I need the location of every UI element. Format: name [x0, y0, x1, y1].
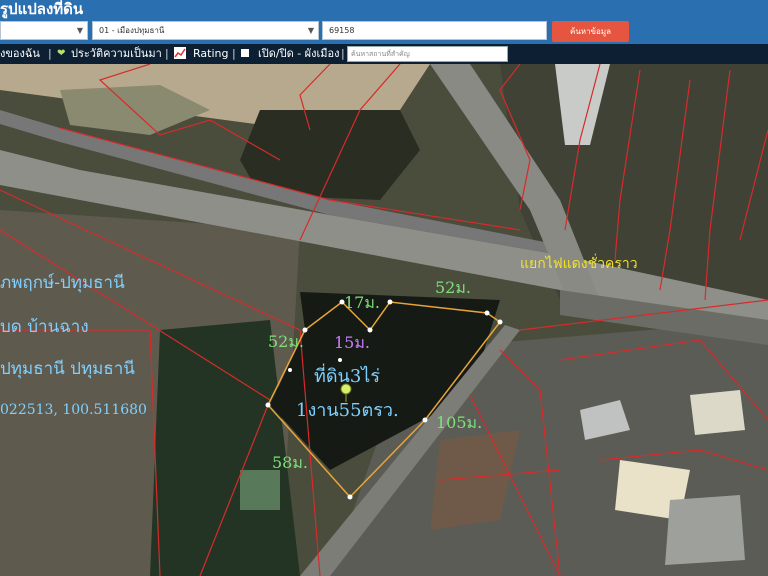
building-roof-2 — [690, 390, 745, 435]
dimension-label-bottom: 58ม. — [272, 453, 308, 472]
building-roof-4 — [665, 495, 745, 565]
province-select[interactable]: ▼ — [0, 21, 88, 40]
info-line-2: บด บ้านฉาง — [0, 317, 89, 337]
place-search-input[interactable]: ค้นหาสถานที่สำคัญ — [347, 46, 508, 62]
chevron-down-icon: ▼ — [307, 26, 314, 35]
checkbox-square-icon[interactable] — [241, 44, 249, 64]
info-coordinates: 022513, 100.511680 — [0, 402, 147, 418]
dimension-label-top: 52ม. — [435, 278, 471, 297]
pond — [240, 470, 280, 510]
tab-rating[interactable]: Rating — [193, 44, 228, 64]
dimension-label-right: 105ม. — [436, 413, 482, 432]
sprout-icon: ❤ — [57, 48, 66, 59]
tab-my-land[interactable]: ังของฉัน — [0, 44, 40, 64]
parcel-area-label-2: 1งาน55ตรว. — [296, 400, 399, 421]
toolbar-separator: | — [48, 47, 52, 60]
tab-history[interactable]: ประวัติความเป็นมา — [71, 44, 162, 64]
toolbar-separator: | — [232, 47, 236, 60]
map-view[interactable]: ภพฤกษ์-ปทุมธานี บด บ้านฉาง ปทุมธานี ปทุม… — [0, 64, 768, 576]
parcel-area-label-1: ที่ดิน3ไร่ — [314, 363, 380, 387]
place-search-placeholder: ค้นหาสถานที่สำคัญ — [351, 50, 410, 58]
info-line-1: ภพฤกษ์-ปทุมธานี — [0, 273, 125, 293]
info-line-3: ปทุมธานี ปทุมธานี — [0, 359, 135, 379]
dimension-label-left: 52ม. — [268, 332, 304, 351]
parcel-number-input[interactable]: 69158 — [322, 21, 547, 40]
chevron-down-icon: ▼ — [76, 26, 83, 35]
parcel-number-value: 69158 — [329, 26, 355, 35]
dimension-label-notch: 15ม. — [334, 333, 370, 352]
chart-icon — [174, 44, 186, 64]
district-select[interactable]: 01 - เมืองปทุมธานี ▼ — [92, 21, 319, 40]
toolbar-separator: | — [341, 47, 345, 60]
header-bar: รูปแปลงที่ดิน ▼ 01 - เมืองปทุมธานี ▼ 691… — [0, 0, 768, 44]
district-select-value: 01 - เมืองปทุมธานี — [99, 26, 165, 35]
satellite-map[interactable]: ภพฤกษ์-ปทุมธานี บด บ้านฉาง ปทุมธานี ปทุม… — [0, 64, 768, 576]
intersection-label: แยกไฟแดงชั่วคราว — [520, 254, 638, 272]
search-button[interactable]: ค้นหาข้อมูล — [552, 21, 629, 42]
dimension-label-top-small: 17ม. — [344, 293, 380, 312]
toolbar-separator: | — [165, 47, 169, 60]
page-title: รูปแปลงที่ดิน — [0, 0, 84, 18]
tab-city-plan-toggle[interactable]: เปิด/ปิด - ผังเมือง — [258, 44, 340, 64]
